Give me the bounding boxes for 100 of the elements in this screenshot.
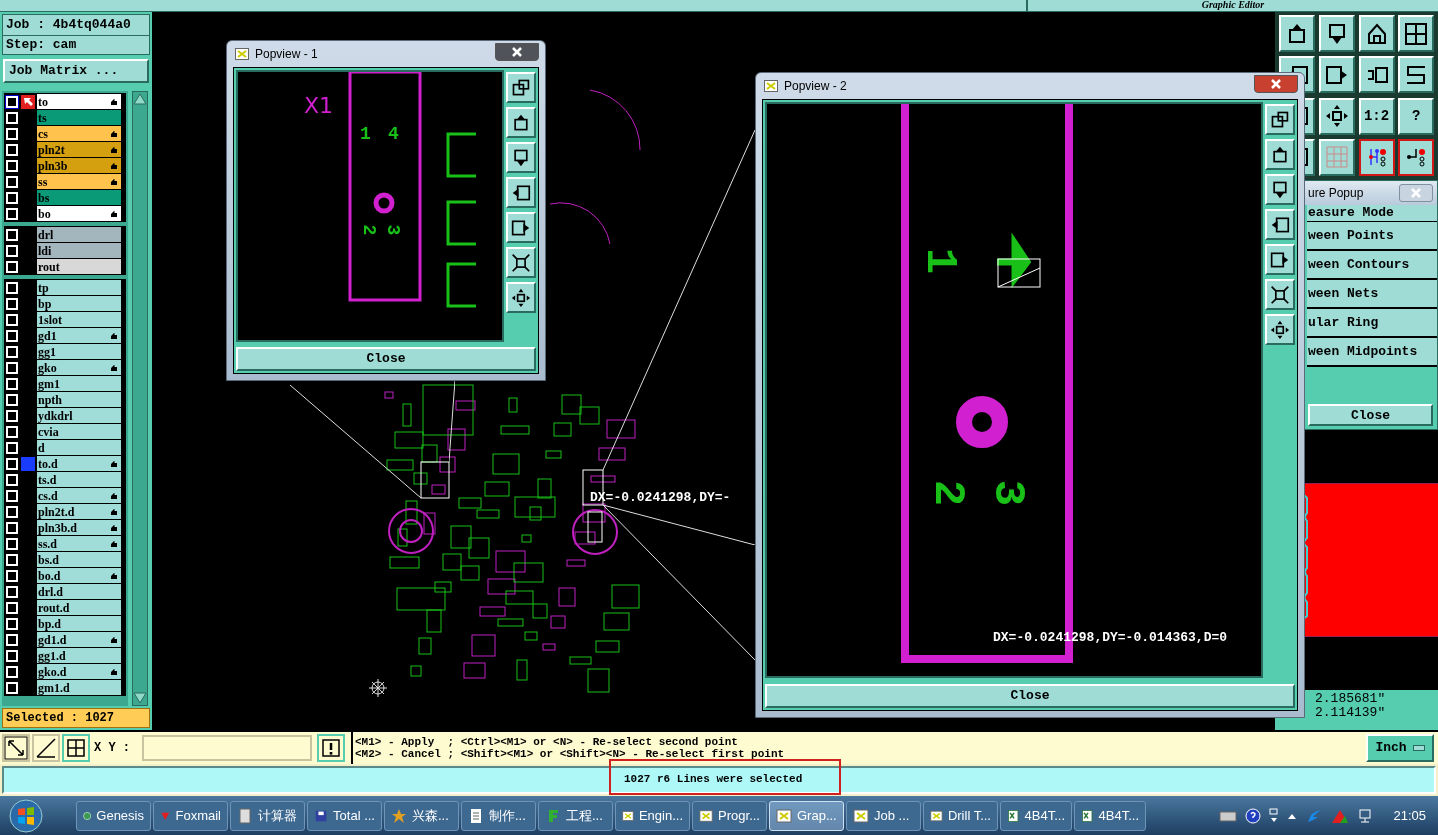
- layer-row[interactable]: 1slot: [37, 312, 121, 327]
- layer-select-box[interactable]: [6, 489, 18, 502]
- taskbar-button[interactable]: 4B4T...: [1074, 800, 1146, 831]
- layer-select-box[interactable]: [6, 425, 18, 438]
- close-button[interactable]: Close: [236, 347, 536, 371]
- layer-select-box[interactable]: [6, 553, 18, 566]
- layer-row[interactable]: drl.d: [37, 584, 121, 599]
- mode-option[interactable]: ween Contours: [1307, 251, 1437, 280]
- taskbar-button[interactable]: 兴森...: [384, 800, 459, 831]
- layer-row[interactable]: gd1.d: [37, 632, 121, 647]
- layer-row[interactable]: gd1: [37, 328, 121, 343]
- layer-row[interactable]: tp: [37, 280, 121, 295]
- layer-select-box[interactable]: [6, 260, 18, 273]
- layer-select-box[interactable]: [6, 569, 18, 582]
- layer-select-box[interactable]: [6, 457, 18, 470]
- layer-row[interactable]: ss.d: [37, 536, 121, 551]
- layer-row[interactable]: rout: [37, 259, 121, 274]
- unit-dropdown[interactable]: Inch: [1366, 734, 1434, 762]
- layer-row[interactable]: bs: [37, 190, 121, 205]
- layer-row[interactable]: gg1.d: [37, 648, 121, 663]
- layer-row[interactable]: ydkdrl: [37, 408, 121, 423]
- tool-button[interactable]: [2, 734, 30, 762]
- layer-select-box[interactable]: [6, 95, 18, 108]
- close-button[interactable]: [1399, 184, 1433, 202]
- taskbar-button[interactable]: Total ...: [307, 800, 382, 831]
- mode-option[interactable]: ween Points: [1307, 222, 1437, 251]
- layer-row[interactable]: gg1: [37, 344, 121, 359]
- xy-input-field[interactable]: [142, 735, 312, 761]
- layer-select-box[interactable]: [6, 207, 18, 220]
- layer-select-box[interactable]: [6, 649, 18, 662]
- taskbar-button[interactable]: Progr...: [692, 800, 767, 831]
- taskbar-button[interactable]: 工程...: [538, 800, 613, 831]
- layer-select-box[interactable]: [6, 143, 18, 156]
- close-button[interactable]: Close: [1308, 404, 1433, 426]
- layer-select-box[interactable]: [6, 361, 18, 374]
- layer-select-box[interactable]: [6, 505, 18, 518]
- layer-row[interactable]: gm1.d: [37, 680, 121, 695]
- layer-select-box[interactable]: [6, 537, 18, 550]
- layer-row[interactable]: pln3b: [37, 158, 121, 173]
- layer-select-box[interactable]: [6, 377, 18, 390]
- taskbar-button[interactable]: Engin...: [615, 800, 690, 831]
- layer-row[interactable]: rout.d: [37, 600, 121, 615]
- layer-row[interactable]: bo: [37, 206, 121, 221]
- job-matrix-button[interactable]: Job Matrix ...: [3, 59, 149, 83]
- layer-row[interactable]: drl: [37, 227, 121, 242]
- layer-row[interactable]: pln2t.d: [37, 504, 121, 519]
- layer-row[interactable]: to: [37, 94, 121, 109]
- close-button[interactable]: Close: [765, 684, 1295, 708]
- layer-row[interactable]: ss: [37, 174, 121, 189]
- scroll-down-icon[interactable]: [133, 691, 147, 705]
- layer-row[interactable]: gko.d: [37, 664, 121, 679]
- layer-row[interactable]: bs.d: [37, 552, 121, 567]
- layer-select-box[interactable]: [6, 521, 18, 534]
- layer-select-box[interactable]: [6, 111, 18, 124]
- layer-select-box[interactable]: [6, 345, 18, 358]
- layer-row[interactable]: ldi: [37, 243, 121, 258]
- layer-select-box[interactable]: [6, 313, 18, 326]
- layer-row[interactable]: bp.d: [37, 616, 121, 631]
- layer-select-box[interactable]: [6, 329, 18, 342]
- mode-option[interactable]: ween Nets: [1307, 280, 1437, 309]
- layer-row[interactable]: ts: [37, 110, 121, 125]
- layer-row[interactable]: bo.d: [37, 568, 121, 583]
- layer-row[interactable]: gko: [37, 360, 121, 375]
- network-icon[interactable]: [1357, 807, 1374, 824]
- layer-select-box[interactable]: [6, 633, 18, 646]
- tool-button[interactable]: [1358, 138, 1395, 176]
- taskbar-button[interactable]: Drill T...: [923, 800, 998, 831]
- layer-select-box[interactable]: [6, 665, 18, 678]
- layer-select-box[interactable]: [6, 601, 18, 614]
- taskbar-button[interactable]: Foxmail: [153, 800, 228, 831]
- scroll-up-icon[interactable]: [133, 92, 147, 106]
- layer-select-box[interactable]: [6, 244, 18, 257]
- layer-row[interactable]: d: [37, 440, 121, 455]
- layer-select-box[interactable]: [6, 409, 18, 422]
- layer-select-box[interactable]: [6, 585, 18, 598]
- layer-row[interactable]: gm1: [37, 376, 121, 391]
- layer-row[interactable]: npth: [37, 392, 121, 407]
- tool-button[interactable]: ?: [1398, 97, 1435, 135]
- taskbar-button[interactable]: Genesis: [76, 800, 151, 831]
- layer-row[interactable]: cs.d: [37, 488, 121, 503]
- close-button[interactable]: [1254, 75, 1298, 93]
- help-icon[interactable]: [1245, 807, 1262, 824]
- layer-select-box[interactable]: [6, 617, 18, 630]
- layer-select-box[interactable]: [6, 281, 18, 294]
- layer-select-box[interactable]: [6, 191, 18, 204]
- layer-select-box[interactable]: [6, 159, 18, 172]
- tool-button[interactable]: [32, 734, 60, 762]
- mode-option[interactable]: ular Ring: [1307, 309, 1437, 338]
- layer-select-box[interactable]: [6, 681, 18, 694]
- layer-select-box[interactable]: [6, 441, 18, 454]
- layer-row[interactable]: pln2t: [37, 142, 121, 157]
- tool-button[interactable]: [1398, 138, 1435, 176]
- layer-select-box[interactable]: [6, 473, 18, 486]
- layer-select-box[interactable]: [6, 297, 18, 310]
- layer-row[interactable]: bp: [37, 296, 121, 311]
- taskbar-button[interactable]: 4B4T...: [1000, 800, 1072, 831]
- tool-button[interactable]: 1:2: [1358, 97, 1395, 135]
- close-button[interactable]: [495, 43, 539, 61]
- window-switch-icon[interactable]: [1269, 807, 1280, 824]
- taskbar-button[interactable]: 计算器: [230, 800, 305, 831]
